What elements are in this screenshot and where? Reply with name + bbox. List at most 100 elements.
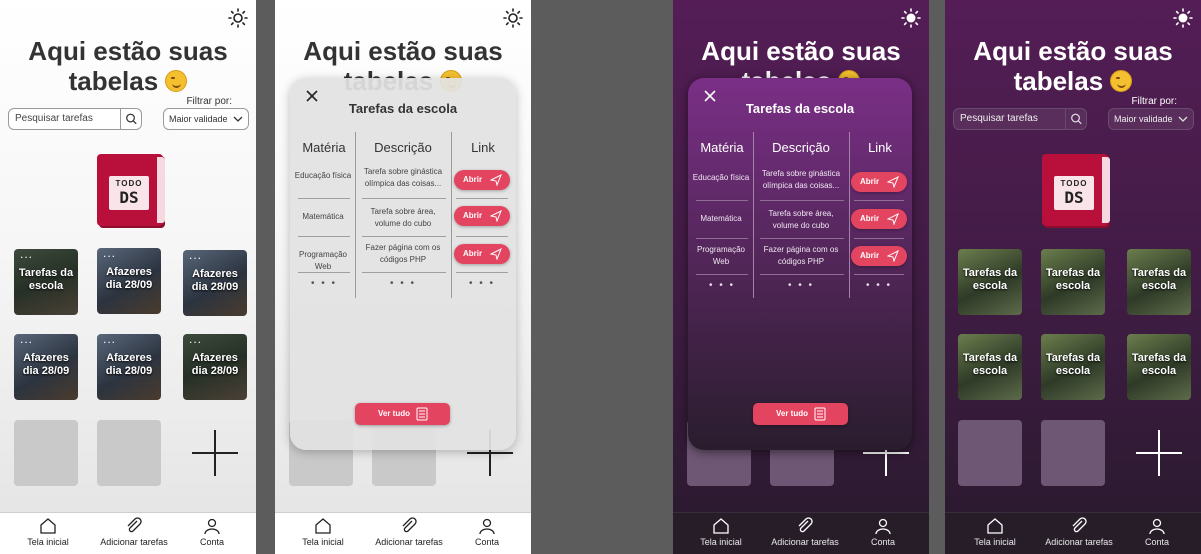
nav-account[interactable]: Conta: [447, 517, 527, 547]
winking-face-icon: [165, 70, 188, 92]
document-icon: [814, 407, 826, 421]
table-cell: Programação Web: [696, 245, 746, 266]
open-link-button[interactable]: Abrir: [851, 209, 907, 229]
open-link-button[interactable]: Abrir: [851, 172, 907, 192]
chevron-down-icon: [1178, 116, 1188, 122]
table-cell: Programação Web: [298, 250, 348, 271]
nav-add-tasks[interactable]: Adicionar tarefas: [369, 517, 449, 547]
table-modal: Tarefas da escola Matéria Descrição Link…: [688, 78, 912, 450]
send-icon: [490, 248, 502, 260]
send-icon: [490, 174, 502, 186]
nav-account[interactable]: Conta: [172, 517, 252, 547]
nav-home[interactable]: Tela inicial: [955, 517, 1035, 547]
document-icon: [416, 407, 428, 421]
nav-home[interactable]: Tela inicial: [283, 517, 363, 547]
bottom-nav: Tela inicial Adicionar tarefas Conta: [0, 512, 256, 554]
bottom-nav: Tela inicial Adicionar tarefas Conta: [673, 512, 929, 554]
search-icon[interactable]: [120, 109, 141, 129]
add-table-button[interactable]: [192, 430, 238, 476]
table-cell: Fazer página com os códigos PHP: [763, 245, 839, 266]
table-cell: Tarefa sobre ginástica olímpica das cois…: [761, 169, 841, 190]
table-modal: Tarefas da escola Matéria Descrição Link…: [290, 78, 516, 450]
open-link-button[interactable]: Abrir: [454, 244, 510, 264]
table-card[interactable]: ... Afazeres dia 28/09: [183, 250, 247, 316]
column-header: Link: [868, 140, 892, 155]
table-card[interactable]: ... Afazeres dia 28/09: [14, 334, 78, 400]
filter-label: Filtrar por:: [186, 96, 232, 107]
screen-light-modal: Aqui estão suastabelas Tarefas da escola…: [275, 0, 531, 554]
see-all-button[interactable]: Ver tudo: [355, 403, 450, 425]
user-icon: [875, 518, 891, 535]
open-link-button[interactable]: Abrir: [851, 246, 907, 266]
filter-select[interactable]: Maior validade: [1108, 108, 1194, 130]
column-header: Descrição: [374, 140, 432, 155]
search-input[interactable]: Pesquisar tarefas: [8, 108, 142, 130]
empty-card[interactable]: [958, 420, 1022, 486]
page-title: Aqui estão suastabelas: [973, 36, 1173, 96]
table-cell: Tarefa sobre área, volume do cubo: [370, 207, 436, 228]
page-title: Aqui estão suastabelas: [28, 36, 228, 96]
filter-select[interactable]: Maior validade: [163, 108, 249, 130]
home-icon: [987, 518, 1003, 534]
column-header: Matéria: [302, 140, 346, 155]
table-card[interactable]: Tarefas da escola: [1041, 334, 1105, 400]
see-all-button[interactable]: Ver tudo: [753, 403, 848, 425]
table-card[interactable]: ... Tarefas da escola: [14, 249, 78, 315]
paperclip-icon: [402, 517, 417, 533]
more-rows-indicator: • • •: [310, 278, 338, 289]
sun-icon[interactable]: [228, 8, 248, 28]
paperclip-icon: [1072, 517, 1087, 533]
nav-account[interactable]: Conta: [843, 517, 923, 547]
empty-card[interactable]: [97, 420, 161, 486]
screen-dark-modal: Aqui estão suastabelas Tarefas da escola…: [673, 0, 929, 554]
nav-add-tasks[interactable]: Adicionar tarefas: [1039, 517, 1119, 547]
more-rows-indicator: • • •: [389, 278, 417, 289]
nav-home[interactable]: Tela inicial: [8, 517, 88, 547]
empty-card[interactable]: [1041, 420, 1105, 486]
home-icon: [713, 518, 729, 534]
user-icon: [479, 518, 495, 535]
table-card[interactable]: Tarefas da escola: [1127, 334, 1191, 400]
send-icon: [490, 210, 502, 222]
filter-label: Filtrar por:: [1131, 96, 1177, 107]
bottom-nav: Tela inicial Adicionar tarefas Conta: [275, 512, 531, 554]
search-icon[interactable]: [1065, 109, 1086, 129]
table-card[interactable]: ... Afazeres dia 28/09: [183, 334, 247, 400]
search-input[interactable]: Pesquisar tarefas: [953, 108, 1087, 130]
nav-account[interactable]: Conta: [1117, 517, 1197, 547]
sun-icon[interactable]: [901, 8, 921, 28]
more-rows-indicator: • • •: [787, 280, 815, 291]
nav-add-tasks[interactable]: Adicionar tarefas: [94, 517, 174, 547]
send-icon: [887, 213, 899, 225]
sun-icon[interactable]: [1173, 8, 1193, 28]
table-cell: Tarefa sobre área, volume do cubo: [768, 209, 834, 230]
send-icon: [887, 176, 899, 188]
sun-icon[interactable]: [503, 8, 523, 28]
winking-face-icon: [1110, 70, 1133, 92]
more-rows-indicator: • • •: [468, 278, 496, 289]
nav-home[interactable]: Tela inicial: [681, 517, 761, 547]
open-link-button[interactable]: Abrir: [454, 206, 510, 226]
todo-ds-logo: TODO DS: [1042, 154, 1110, 226]
paperclip-icon: [127, 517, 142, 533]
open-link-button[interactable]: Abrir: [454, 170, 510, 190]
send-icon: [887, 250, 899, 262]
bottom-nav: Tela inicial Adicionar tarefas Conta: [945, 512, 1201, 554]
table-cell: Matemática: [700, 214, 742, 223]
table-card[interactable]: Tarefas da escola: [1127, 249, 1191, 315]
table-card[interactable]: ... Afazeres dia 28/09: [97, 248, 161, 314]
table-card[interactable]: Tarefas da escola: [958, 249, 1022, 315]
todo-ds-logo: TODO DS: [97, 154, 165, 226]
modal-title: Tarefas da escola: [348, 101, 458, 116]
table-card[interactable]: ... Afazeres dia 28/09: [97, 334, 161, 400]
screen-dark-home: Aqui estão suas tabelas Filtrar por: Pesq…: [945, 0, 1201, 554]
table-card[interactable]: Tarefas da escola: [958, 334, 1022, 400]
empty-card[interactable]: [14, 420, 78, 486]
more-rows-indicator: • • •: [865, 280, 893, 291]
nav-add-tasks[interactable]: Adicionar tarefas: [765, 517, 845, 547]
add-table-button[interactable]: [1136, 430, 1182, 476]
table-card[interactable]: Tarefas da escola: [1041, 249, 1105, 315]
column-header: Link: [471, 140, 495, 155]
user-icon: [204, 518, 220, 535]
table-cell: Matemática: [302, 212, 344, 221]
